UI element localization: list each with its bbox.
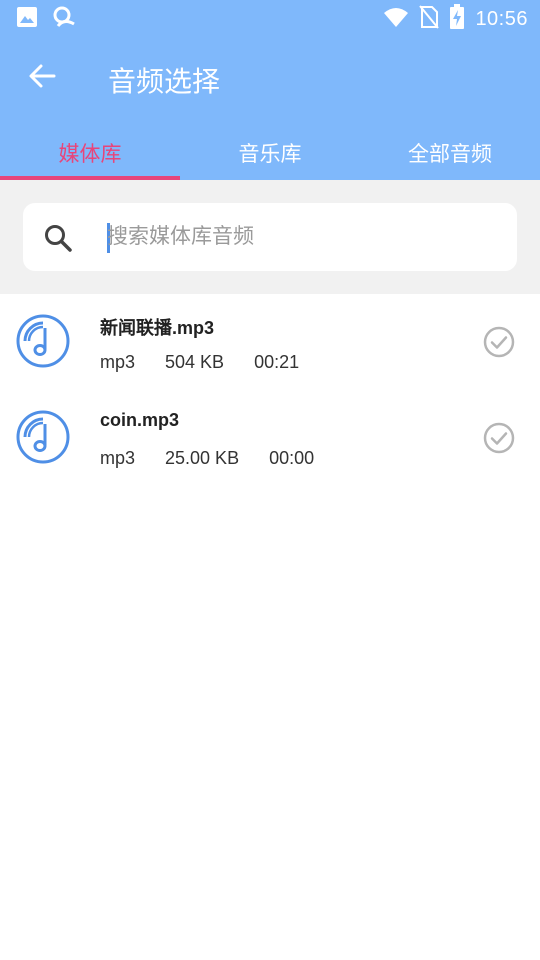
file-meta: mp3 25.00 KB 00:00 [100, 448, 344, 469]
list-item[interactable]: 新闻联播.mp3 mp3 504 KB 00:21 [0, 294, 540, 390]
battery-charging-icon [449, 4, 465, 35]
tab-music-library[interactable]: 音乐库 [180, 122, 360, 180]
file-size: 504 KB [165, 352, 225, 372]
tab-bar: 媒体库 音乐库 全部音频 [0, 122, 540, 180]
status-bar: 10:56 [0, 0, 540, 36]
check-circle-icon[interactable] [483, 326, 515, 358]
tab-all-audio[interactable]: 全部音频 [360, 122, 540, 180]
status-time: 10:56 [475, 8, 528, 30]
file-meta: mp3 504 KB 00:21 [100, 352, 329, 373]
page-title: 音频选择 [108, 66, 221, 97]
image-icon [16, 6, 38, 33]
back-button[interactable] [22, 58, 62, 98]
list-item[interactable]: coin.mp3 mp3 25.00 KB 00:00 [0, 390, 540, 486]
wifi-icon [383, 6, 409, 33]
no-sim-icon [419, 5, 440, 34]
search-area [0, 180, 540, 294]
check-circle-icon[interactable] [483, 422, 515, 454]
app-header: 10:56 音频选择 媒体库 音乐库 全部音频 [0, 0, 540, 180]
search-icon [43, 223, 73, 253]
tab-media-library[interactable]: 媒体库 [0, 122, 180, 180]
arrow-left-icon [28, 62, 56, 95]
toolbar: 音频选择 [0, 40, 540, 118]
audio-list: 新闻联播.mp3 mp3 504 KB 00:21 coin.mp3 mp3 2… [0, 294, 540, 486]
music-note-icon [16, 410, 70, 464]
file-name: 新闻联播.mp3 [100, 318, 215, 338]
app-notification-icon [52, 6, 76, 33]
search-box[interactable] [23, 203, 517, 271]
file-duration: 00:21 [254, 352, 300, 372]
file-size: 25.00 KB [165, 448, 240, 468]
file-name: coin.mp3 [100, 410, 180, 430]
file-format: mp3 [100, 352, 136, 372]
search-input[interactable] [107, 217, 497, 257]
file-format: mp3 [100, 448, 136, 468]
file-duration: 00:00 [269, 448, 315, 468]
music-note-icon [16, 314, 70, 368]
